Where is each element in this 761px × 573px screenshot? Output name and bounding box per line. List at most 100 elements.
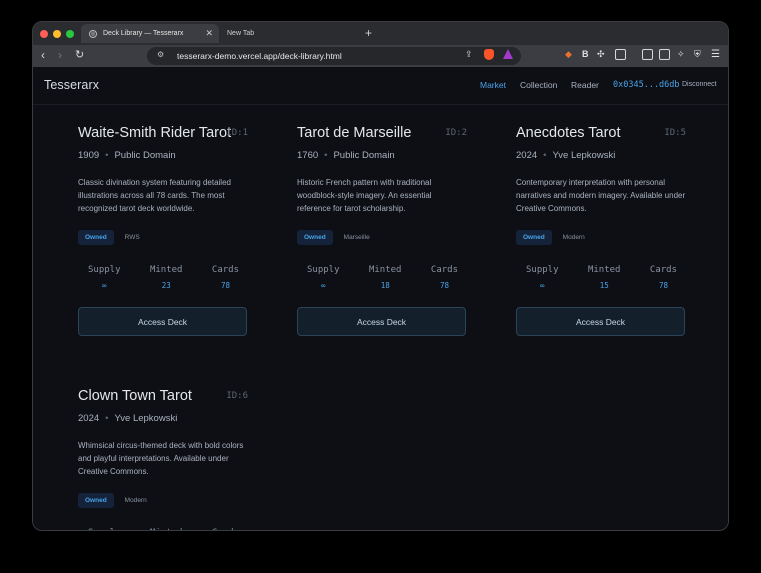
stat-cards: Cards 78 (431, 265, 458, 290)
stat-value: 78 (439, 281, 449, 290)
deck-id: ID:6 (226, 391, 248, 401)
deck-description: Contemporary interpretation with persona… (516, 178, 686, 213)
nav-collection[interactable]: Collection (520, 80, 557, 90)
url-text: tesserarx-demo.vercel.app/deck-library.h… (177, 51, 342, 61)
stat-supply: Supply (88, 528, 121, 530)
deck-description: Whimsical circus-themed deck with bold c… (78, 441, 244, 476)
stat-label: Minted (149, 265, 183, 275)
stat-label: Cards (649, 265, 677, 275)
stat-label: Supply (88, 528, 121, 530)
browser-window: ◎ Deck Library — Tesserarx ✕ New Tab + ‹… (32, 21, 729, 531)
stat-cards: Cards 78 (212, 265, 239, 290)
plus-icon[interactable]: + (365, 26, 372, 40)
tab-new-tab[interactable]: New Tab (221, 24, 356, 43)
deck-tags: Owned Modern (516, 230, 592, 245)
brave-rewards-icon[interactable] (503, 49, 513, 59)
stat-supply: Supply ∞ (88, 265, 121, 290)
wallet-address[interactable]: 0x0345...d6db (613, 80, 680, 90)
type-badge: Modern (562, 234, 585, 241)
deck-author: Public Domain (333, 150, 395, 161)
stat-label: Cards (430, 265, 458, 275)
brave-shields-icon[interactable] (484, 49, 494, 60)
access-deck-button[interactable]: Access Deck (78, 307, 247, 336)
site-settings-icon[interactable]: ⚙ (157, 50, 164, 59)
owned-badge: Owned (78, 493, 114, 508)
deck-meta: 2024 • Yve Lepkowski (78, 413, 178, 424)
stat-value: 18 (380, 281, 390, 290)
stat-value: 15 (599, 281, 609, 290)
tab-title: New Tab (227, 30, 255, 37)
deck-author: Public Domain (114, 150, 176, 161)
tab-deck-library[interactable]: ◎ Deck Library — Tesserarx ✕ (81, 24, 219, 43)
vpn-icon[interactable]: ⛨ (694, 49, 701, 60)
owned-badge: Owned (78, 230, 114, 245)
owned-badge: Owned (297, 230, 333, 245)
deck-title: Tarot de Marseille (297, 125, 412, 141)
extensions-icon[interactable]: ✣ (597, 49, 605, 60)
stat-minted: Minted 23 (150, 265, 183, 290)
share-icon[interactable]: ⇪ (465, 49, 473, 60)
b-extension-icon[interactable]: B (582, 49, 589, 59)
deck-tags: Owned Marseille (297, 230, 377, 245)
access-deck-button[interactable]: Access Deck (297, 307, 466, 336)
close-window-button[interactable] (40, 30, 48, 38)
deck-year: 1909 (78, 150, 100, 161)
stat-cards: Cards 78 (650, 265, 677, 290)
stat-minted: Minted 15 (588, 265, 621, 290)
reader-icon[interactable] (615, 49, 626, 60)
tab-title: Deck Library — Tesserarx (103, 30, 184, 37)
wallet-icon[interactable] (659, 49, 670, 60)
stat-minted: Minted 18 (369, 265, 402, 290)
tab-strip: ◎ Deck Library — Tesserarx ✕ New Tab + (33, 22, 728, 45)
close-icon[interactable]: ✕ (205, 28, 213, 39)
deck-stats: Supply ∞ Minted 18 Cards 78 (297, 265, 467, 290)
deck-id: ID:1 (226, 128, 248, 138)
deck-year: 2024 (78, 413, 100, 424)
logo[interactable]: Tesserarx (44, 78, 99, 92)
stat-minted: Minted (150, 528, 183, 530)
nav-reader[interactable]: Reader (571, 80, 599, 90)
stat-cards: Cards (212, 528, 239, 530)
minimize-window-button[interactable] (53, 30, 61, 38)
type-badge: RWS (124, 234, 140, 241)
stat-value: ∞ (102, 281, 107, 290)
access-deck-button[interactable]: Access Deck (516, 307, 685, 336)
stat-value: 78 (220, 281, 230, 290)
deck-year: 1760 (297, 150, 319, 161)
deck-tags: Owned RWS (78, 230, 147, 245)
deck-description: Classic divination system featuring deta… (78, 178, 231, 213)
globe-icon: ◎ (89, 29, 97, 38)
app-header: Tesserarx Market Collection Reader 0x034… (33, 67, 728, 105)
stat-value: 78 (658, 281, 668, 290)
type-badge: Marseille (343, 234, 370, 241)
deck-description: Historic French pattern with traditional… (297, 178, 432, 213)
stat-supply: Supply ∞ (307, 265, 340, 290)
forward-icon[interactable]: › (58, 48, 62, 62)
deck-stats: Supply ∞ Minted 23 Cards 78 (78, 265, 248, 290)
stat-label: Minted (150, 528, 183, 530)
deck-meta: 2024 • Yve Lepkowski (516, 150, 616, 161)
type-badge: Modern (124, 497, 147, 504)
stat-label: Minted (587, 265, 621, 275)
stat-label: Supply (88, 265, 121, 275)
disconnect-button[interactable]: Disconnect (682, 81, 717, 88)
leo-icon[interactable]: ✧ (677, 49, 685, 60)
deck-tags: Owned Modern (78, 493, 154, 508)
back-icon[interactable]: ‹ (41, 48, 45, 62)
menu-icon[interactable]: ☰ (711, 49, 720, 60)
fox-extension-icon[interactable]: ◆ (565, 49, 572, 60)
nav-market[interactable]: Market (480, 80, 506, 90)
deck-id: ID:5 (664, 128, 686, 138)
deck-title: Clown Town Tarot (78, 388, 192, 404)
app: Tesserarx Market Collection Reader 0x034… (33, 67, 728, 530)
owned-badge: Owned (516, 230, 552, 245)
deck-author: Yve Lepkowski (552, 150, 616, 161)
stat-label: Supply (526, 265, 559, 275)
deck-title: Anecdotes Tarot (516, 125, 621, 141)
reload-icon[interactable]: ↻ (75, 48, 84, 61)
sidebar-icon[interactable] (642, 49, 653, 60)
stat-value: ∞ (540, 281, 545, 290)
deck-stats: Supply ∞ Minted 15 Cards 78 (516, 265, 686, 290)
stat-label: Minted (368, 265, 402, 275)
maximize-window-button[interactable] (66, 30, 74, 38)
